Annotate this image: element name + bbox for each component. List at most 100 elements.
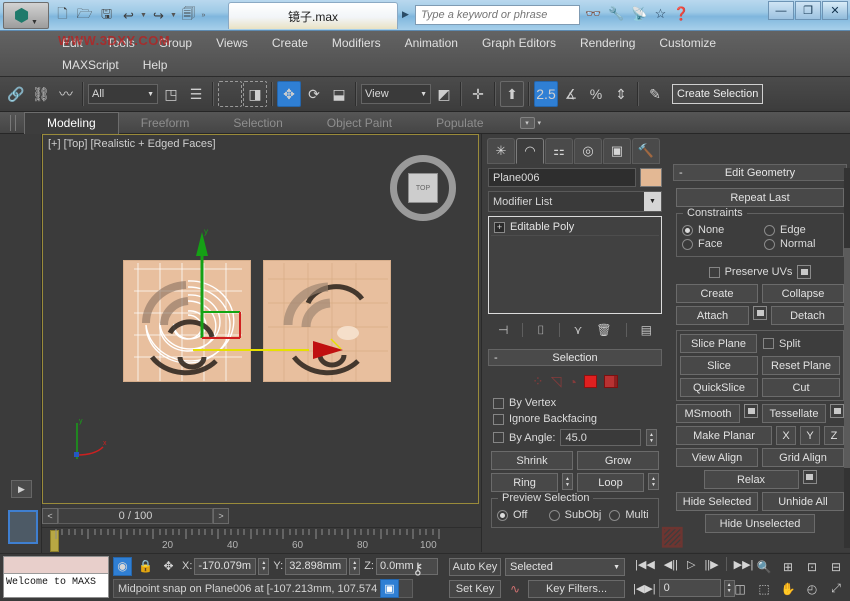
timeline-prev-button[interactable]: < [42,508,58,524]
make-planar-button[interactable]: Make Planar [676,426,772,445]
split-checkbox[interactable] [763,338,774,349]
window-crossing-icon[interactable]: ◨ [243,81,267,107]
percent-snap-toggle-icon[interactable]: % [584,81,608,107]
by-angle-row[interactable]: By Angle: 45.0 ▲▼ [491,427,659,448]
rectangular-selection-region-icon[interactable] [218,81,242,107]
repeat-last-button[interactable]: Repeat Last [676,188,844,207]
zoom-all-icon[interactable]: ⊞ [778,557,798,576]
quickslice-button[interactable]: QuickSlice [680,378,758,397]
ribbon-grip-handle[interactable] [10,115,16,131]
slice-plane-button[interactable]: Slice Plane [680,334,757,353]
preserve-uvs-settings-icon[interactable] [797,265,811,279]
create-button[interactable]: Create [676,284,758,303]
hide-unselected-button[interactable]: Hide Unselected [705,514,815,533]
set-key-button[interactable]: Set Key [449,580,501,598]
shrink-button[interactable]: Shrink [491,451,573,470]
tab-scroll-right-icon[interactable]: ▶ [402,9,409,20]
command-panel-scrollbar[interactable] [844,168,850,548]
selection-rollout-header[interactable]: - Selection [488,349,662,366]
make-planar-x-button[interactable]: X [776,426,796,445]
menu-item-animation[interactable]: Animation [393,34,470,52]
by-angle-spinner[interactable]: ▲▼ [646,429,657,446]
tessellate-button[interactable]: Tessellate [762,404,826,423]
previous-frame-icon[interactable]: ◀|| [662,558,680,571]
absolute-mode-icon[interactable]: ✥ [159,557,178,576]
binoculars-icon[interactable]: 👓 [585,6,601,22]
preview-option-off[interactable]: Off [497,509,541,521]
cut-button[interactable]: Cut [762,378,840,397]
maximize-viewport-icon[interactable]: ⤢ [826,579,846,598]
remove-modifier-icon[interactable]: 🗑 [596,323,611,337]
named-selection-sets-icon[interactable]: ✎ [643,81,667,107]
document-tab[interactable]: 镜子.max [228,2,398,29]
constraint-face[interactable]: Face [682,238,756,250]
modifier-list-dropdown[interactable]: Modifier List ▼ [488,191,662,212]
satellite-icon[interactable]: 📡 [631,6,647,22]
angle-snap-toggle-icon[interactable]: ∡ [559,81,583,107]
play-animation-icon[interactable]: ▷ [685,558,697,571]
redo-icon[interactable]: ↪ [148,5,169,26]
redo-dropdown-icon[interactable]: ▼ [170,12,177,19]
reference-coordinate-system-dropdown[interactable]: View ▼ [361,84,431,104]
menu-item-views[interactable]: Views [204,34,260,52]
select-and-rotate-icon[interactable]: ⟳ [302,81,326,107]
preview-option-multi[interactable]: Multi [609,509,653,521]
modify-tab-icon[interactable]: ◠ [516,138,544,164]
select-by-name-icon[interactable]: ☰ [184,81,208,107]
auto-key-button[interactable]: Auto Key [449,558,501,576]
current-frame-field[interactable]: 0 [659,579,721,597]
hierarchy-tab-icon[interactable]: ⚏ [545,138,573,164]
tab-modeling[interactable]: Modeling [24,112,119,134]
loop-button[interactable]: Loop [577,473,644,492]
snap-percent-value[interactable]: 2.5 [534,81,558,107]
unlink-selection-icon[interactable]: ⛓ [29,81,53,107]
ring-spinner[interactable]: ▲▼ [562,473,573,490]
adaptive-degradation-icon[interactable]: ▣ [380,579,399,598]
listener-input-line[interactable] [4,557,108,574]
make-planar-z-button[interactable]: Z [824,426,844,445]
orbit-icon[interactable]: ◴ [802,579,822,598]
detach-button[interactable]: Detach [771,306,844,325]
viewport-top[interactable]: [+] [Top] [Realistic + Edged Faces] TOP [42,134,479,504]
undo-icon[interactable]: ↩ [118,5,139,26]
stack-item-editable-poly[interactable]: + Editable Poly [491,219,659,236]
constraint-edge[interactable]: Edge [764,224,838,236]
search-input[interactable] [421,9,579,21]
attach-settings-icon[interactable] [753,306,767,320]
view-align-button[interactable]: View Align [676,448,758,467]
x-coordinate-field[interactable]: -170.079m [194,558,256,575]
zoom-extents-icon[interactable]: ⊡ [802,557,822,576]
radio-dot[interactable] [609,510,620,521]
tab-object-paint[interactable]: Object Paint [305,114,414,132]
pin-stack-icon[interactable]: ⊣ [498,323,508,337]
menu-item-tools[interactable]: Tools [95,34,147,52]
question-icon[interactable]: ❓ [673,6,689,22]
undo-dropdown-icon[interactable]: ▼ [140,12,147,19]
view-cube[interactable]: TOP [390,155,456,221]
menu-item-customize[interactable]: Customize [647,34,728,52]
preserve-uvs-row[interactable]: Preserve UVs [676,263,844,281]
y-coordinate-field[interactable]: 32.898mm [285,558,347,575]
expand-icon[interactable]: + [494,222,505,233]
radio-dot[interactable] [497,510,508,521]
grid-align-button[interactable]: Grid Align [762,448,844,467]
object-name-field[interactable]: Plane006 [488,168,636,187]
lock-icon[interactable]: 🔒 [136,557,155,576]
radio-dot[interactable] [682,239,693,250]
radio-dot[interactable] [682,225,693,236]
menu-item-group[interactable]: Group [147,34,204,52]
current-frame-display[interactable]: 0 / 100 [58,508,213,524]
key-filters-button[interactable]: Key Filters... [528,580,625,598]
constraint-none[interactable]: None [682,224,756,236]
close-button[interactable]: ✕ [822,1,848,20]
by-angle-checkbox[interactable] [493,432,504,443]
use-pivot-point-center-icon[interactable]: ◩ [432,81,456,107]
key-mode-toggle-icon[interactable]: |◀▶| [633,582,656,595]
create-tab-icon[interactable]: ✳ [487,138,515,164]
z-coordinate-field[interactable]: 0.0mm [376,558,438,575]
zoom-extents-all-icon[interactable]: ⊟ [826,557,846,576]
set-project-folder-icon[interactable]: 🗐 [178,5,199,26]
motion-tab-icon[interactable]: ◎ [574,138,602,164]
utilities-tab-icon[interactable]: 🔨 [632,138,660,164]
selection-lock-toggle-icon[interactable]: ◉ [113,557,132,576]
